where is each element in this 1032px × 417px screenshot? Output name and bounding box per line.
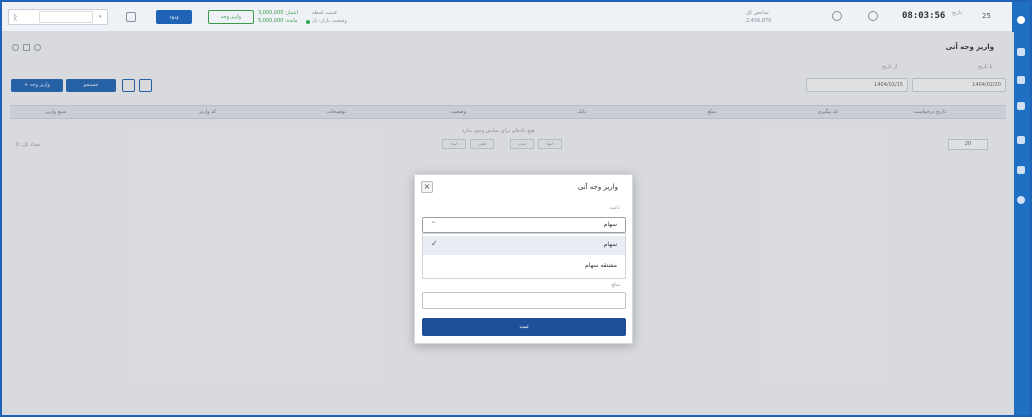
home-icon[interactable]: [1017, 48, 1025, 56]
list-icon[interactable]: [1017, 102, 1025, 110]
close-icon[interactable]: ×: [421, 181, 433, 193]
clock: 08:03:56: [902, 11, 946, 21]
wallet-icon[interactable]: [1017, 76, 1025, 84]
status-line-1: قیمت لحظه: [312, 10, 337, 16]
dropdown-option[interactable]: ✓ سهام: [423, 236, 625, 255]
login-button[interactable]: ورود: [156, 10, 192, 24]
chevron-down-icon: ▾: [99, 14, 102, 20]
date-label: تاریخ: [952, 10, 962, 16]
settings-icon[interactable]: [1017, 196, 1025, 204]
amount-input[interactable]: [422, 292, 626, 309]
deposit-modal: × واریز وجه آنی دامنه ^ سهام ✓ سهام مشتق…: [414, 174, 633, 344]
index-label: شاخص کل: [746, 10, 769, 16]
calculator-icon[interactable]: [126, 12, 136, 22]
app-window: ᚱ ▾ ورود واریز وجه اعتبار: 3,000,000 مان…: [0, 0, 1032, 417]
status-line-2: وضعیت بازار: باز: [312, 18, 347, 24]
source-select[interactable]: ^ سهام: [422, 217, 626, 233]
bell-icon[interactable]: [832, 11, 842, 21]
option-label: مشتقه سهام: [585, 262, 617, 269]
credit-line-1: اعتبار: 3,000,000: [258, 10, 299, 16]
option-label: سهام: [603, 241, 617, 248]
chevron-up-icon: ^: [431, 221, 437, 228]
logo-icon: [1017, 16, 1025, 24]
user-chip: [39, 11, 93, 23]
cloud-icon[interactable]: [868, 11, 878, 21]
right-sidebar: [1012, 2, 1030, 415]
check-icon: ✓: [431, 239, 438, 248]
amount-label: مبلغ: [611, 282, 620, 288]
source-dropdown: ✓ سهام مشتقه سهام: [422, 233, 626, 279]
dropdown-option[interactable]: مشتقه سهام: [423, 257, 625, 276]
user-icon: ᚱ: [13, 13, 18, 22]
deposit-button[interactable]: واریز وجه: [208, 10, 254, 24]
date-value: 25: [982, 12, 991, 20]
credit-line-2: مانده: 5,000,000: [258, 18, 298, 24]
send-icon[interactable]: [1017, 136, 1025, 144]
source-label: دامنه: [609, 205, 620, 211]
index-value: 2,456,870: [746, 18, 772, 24]
user-selector[interactable]: ᚱ ▾: [8, 9, 108, 25]
submit-button[interactable]: ثبت: [422, 318, 626, 336]
document-icon[interactable]: [1017, 166, 1025, 174]
top-bar: ᚱ ▾ ورود واریز وجه اعتبار: 3,000,000 مان…: [2, 2, 1014, 32]
modal-title: واریز وجه آنی: [577, 183, 618, 191]
source-selected-value: سهام: [603, 221, 617, 228]
status-dot-icon: [306, 20, 310, 24]
